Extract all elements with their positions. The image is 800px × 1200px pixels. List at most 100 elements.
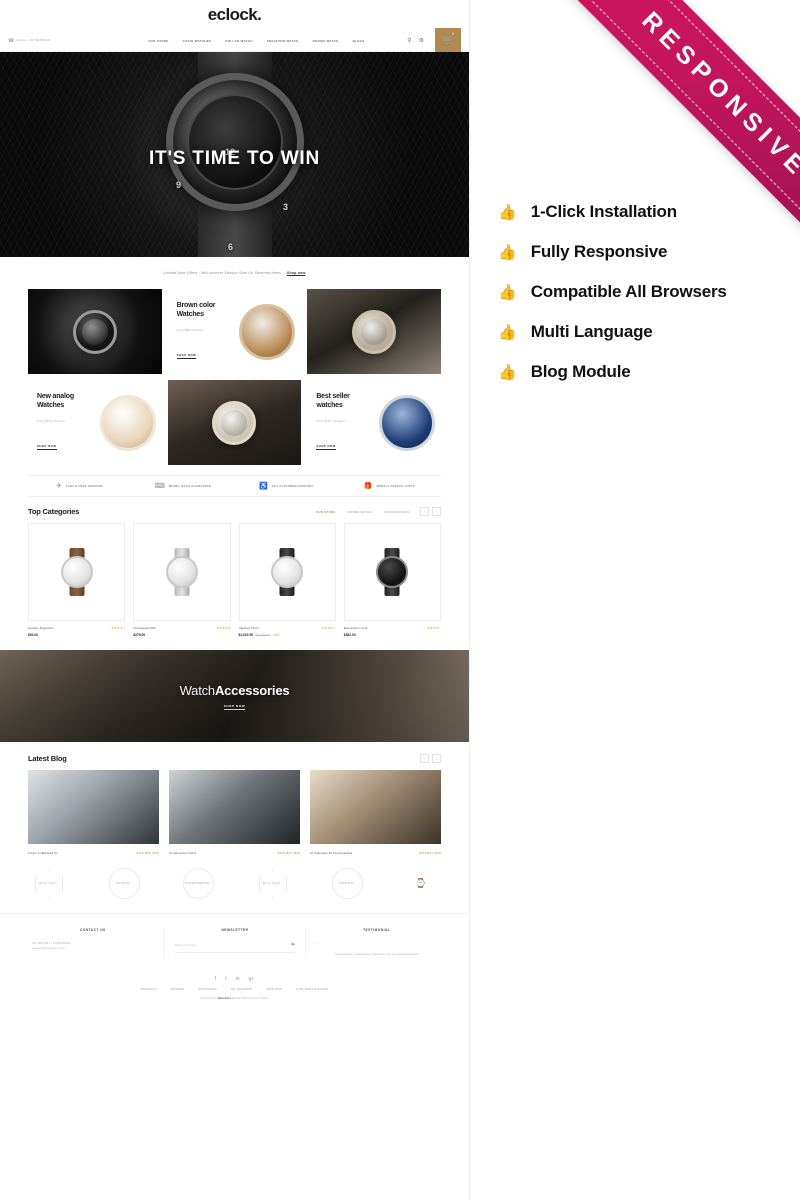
product-meta: Dapibus Tortor ★★★★★	[239, 626, 336, 630]
hero-watch-face	[165, 73, 304, 212]
feature-list: 👍 1-Click Installation 👍 Fully Responsiv…	[498, 192, 798, 392]
mosaic-tile-brown-color-watches[interactable]: Brown color Watches From $86 / Product S…	[167, 289, 302, 374]
shipping-icon: ✈	[56, 483, 63, 490]
footer-contact-email[interactable]: support@ticompany.com	[32, 946, 154, 951]
googleplus-icon[interactable]: g+	[248, 976, 254, 982]
services-bar: ✈ FAST & FREE SHIPPING ⌨ MONEY BACK GUAR…	[28, 475, 441, 497]
nav-item-our-store[interactable]: OUR STORE	[148, 39, 168, 43]
copyright-brand[interactable]: OpenCart	[217, 997, 230, 1000]
footer-link-gift-certificates[interactable]: GIFT CERTIFICATES	[296, 988, 328, 991]
nav-item-casio-watches[interactable]: CASIO WATCHES	[183, 39, 212, 43]
mosaic-copy-2: New analog Watches From $149 / Product S…	[37, 392, 74, 452]
product-name[interactable]: Consequat Nibh	[133, 626, 156, 630]
prev-arrow-categories[interactable]: ‹	[420, 507, 429, 516]
feature-label-3: Compatible All Browsers	[530, 282, 727, 301]
prev-arrow-blog[interactable]: ‹	[420, 754, 429, 763]
search-icon[interactable]: ⚲	[407, 37, 411, 44]
product-card[interactable]: Dapibus Tortor ★★★★★ $1,022.00 $1,200.00-…	[238, 523, 336, 637]
blog-card[interactable]: At Interclass Et Accumsandus 21ST MAY 20…	[310, 770, 441, 855]
brand-logo-4[interactable]: Rolo Spot	[252, 867, 292, 899]
footer-link-site-map[interactable]: SITE MAP	[267, 988, 283, 991]
nav-icon-group: ⚲ ⚙ 🛒 0	[395, 27, 461, 54]
mosaic-tile-image-2[interactable]	[307, 289, 441, 374]
product-watch-shape	[375, 548, 409, 596]
gear-icon[interactable]: ⚙	[419, 37, 424, 44]
accessories-banner[interactable]: WatchAccessories SHOP NOW	[0, 650, 469, 742]
category-mosaic: Brown color Watches From $86 / Product S…	[28, 289, 441, 465]
facebook-icon[interactable]: f	[215, 976, 216, 982]
blog-title[interactable]: At Interclass Et Accumsandus	[310, 851, 352, 855]
mosaic-sub-3: From $125 / Product	[316, 418, 345, 423]
tab-rooma-watch[interactable]: ROOMA WATCH	[347, 510, 372, 514]
mosaic-watch-3	[212, 400, 257, 445]
accessories-shop-now-label: SHOP NOW	[223, 704, 246, 710]
brand-label-4: Rolo Spot	[262, 881, 281, 885]
blog-meta: At Interclass Et Accumsandus 21ST MAY 20…	[310, 851, 441, 855]
watch-face	[165, 556, 198, 588]
mosaic-shop-now-3[interactable]: SHOP NOW	[316, 444, 336, 450]
dial-number-9: 9	[176, 180, 182, 190]
brand-logo-2[interactable]: DESIGN	[103, 867, 143, 899]
product-card[interactable]: Consequat Nibh ★★★★★ $279.00	[133, 523, 231, 637]
product-meta: Elementum Urna ★★★★★	[344, 626, 441, 630]
send-icon[interactable]: ➤	[290, 941, 295, 948]
mosaic-shop-now-2[interactable]: SHOP NOW	[37, 444, 57, 450]
footer-link-my-account[interactable]: MY ACCOUNT	[231, 988, 253, 991]
call-us-text: Call us : +91 7844551122	[16, 39, 51, 42]
cart-button[interactable]: 🛒 0	[435, 27, 461, 54]
service-label-2: MONEY BACK GUARANTEE	[168, 484, 211, 488]
footer-newsletter-heading: NEWSLETTER	[221, 928, 249, 932]
product-name[interactable]: Elementum Urna	[344, 626, 368, 630]
service-weekly-special-gifts: 🎁 WEEKLY SPECIAL GIFTS	[338, 482, 441, 490]
watch-logo-icon: ⌚	[415, 877, 427, 888]
accessories-shop-now[interactable]: SHOP NOW	[0, 704, 469, 710]
feature-item-multi-language: 👍 Multi Language	[498, 312, 798, 352]
tab-our-store[interactable]: OUR STORE	[316, 510, 335, 514]
brand-logo-5[interactable]: DESIGN	[326, 867, 366, 899]
brand-label-2: DESIGN	[115, 881, 130, 885]
mosaic-sub-2: From $149 / Product	[37, 418, 66, 423]
blog-date: 21ST MAY 2019	[418, 851, 441, 855]
product-card[interactable]: Elementum Urna ★★★★★ $362.00	[343, 523, 441, 637]
twitter-icon[interactable]: t	[225, 976, 226, 982]
mosaic-tile-image-3[interactable]	[167, 380, 302, 465]
linkedin-icon[interactable]: in	[236, 976, 240, 982]
brand-logo-6[interactable]: ⌚	[401, 867, 441, 899]
footer-link-specials[interactable]: SPECIALS	[141, 988, 157, 991]
blog-card[interactable]: Turpis At Eleifend Pc 26TH MAY 2019	[28, 770, 159, 855]
nav-item-skeleton-watch[interactable]: SKELETON WATCH	[267, 39, 299, 43]
nav-item-blogs[interactable]: BLOGS	[353, 39, 365, 43]
mosaic-product-image-3	[379, 394, 435, 451]
thumbs-up-icon: 👍	[498, 323, 517, 341]
product-rating: ★★★★★	[321, 626, 336, 630]
brand-logo-3[interactable]: STREETWEAR	[177, 867, 217, 899]
mosaic-tile-new-analog-watches[interactable]: New analog Watches From $149 / Product S…	[28, 380, 162, 465]
site-logo[interactable]: eclock.	[208, 5, 262, 25]
mosaic-tile-image-1[interactable]	[28, 289, 162, 374]
blog-title[interactable]: Condimentum Fusil	[169, 851, 196, 855]
product-name[interactable]: Dapibus Tortor	[239, 626, 260, 630]
newsletter-input-placeholder[interactable]: Enter your e-mail	[175, 943, 196, 947]
next-arrow-categories[interactable]: ›	[432, 507, 441, 516]
footer-link-affiliates[interactable]: AFFILIATES	[198, 988, 217, 991]
nav-item-rooma-watch[interactable]: ROOMA WATCH	[313, 39, 339, 43]
product-watch-shape	[165, 548, 199, 596]
latest-blog-header: Latest Blog ‹ ›	[28, 754, 441, 763]
blog-card[interactable]: Condimentum Fusil 24TH MAY 2019	[169, 770, 300, 855]
product-name[interactable]: Aenean Dignissim	[28, 626, 54, 630]
newsletter-form[interactable]: Enter your e-mail ➤	[174, 941, 296, 953]
product-card[interactable]: Aenean Dignissim ★★★★★ $92.00	[28, 523, 125, 637]
footer-testimonial-heading: TESTIMONIAL	[363, 928, 391, 932]
next-arrow-blog[interactable]: ›	[432, 754, 441, 763]
brand-logo-1[interactable]: Rolo Spot	[28, 867, 68, 899]
footer-link-brands[interactable]: BRANDS	[171, 988, 185, 991]
mosaic-tile-best-seller-watches[interactable]: Best seller watches From $125 / Product …	[307, 380, 441, 465]
tab-chronograph[interactable]: CHRONOGRAPH	[384, 510, 410, 514]
mosaic-shop-now-1[interactable]: SHOP NOW	[176, 353, 197, 359]
blog-title[interactable]: Turpis At Eleifend Pc	[28, 851, 58, 855]
gift-icon: 🎁	[363, 483, 373, 490]
feature-label-4: Multi Language	[530, 322, 653, 341]
offer-shop-now-link[interactable]: Shop now	[287, 271, 306, 275]
headset-icon: ♿	[259, 483, 268, 490]
nav-item-dollar-watch[interactable]: DOLLAR WATCH	[225, 39, 252, 43]
